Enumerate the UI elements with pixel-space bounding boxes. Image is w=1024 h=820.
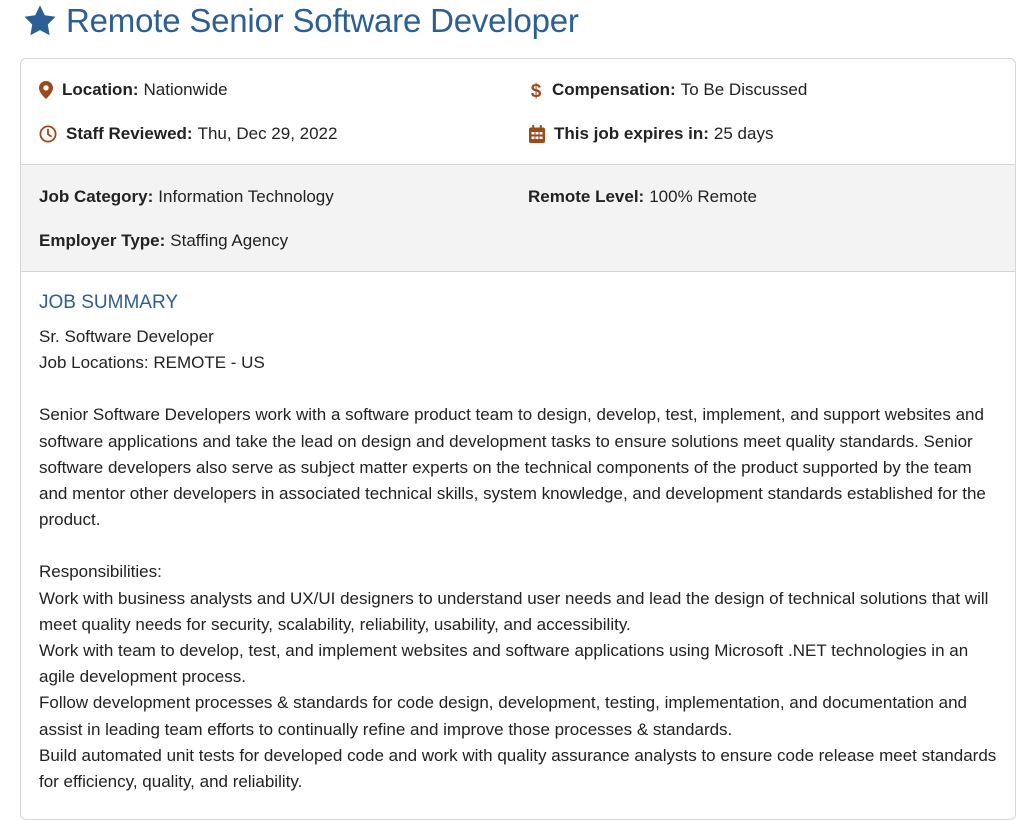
job-title: Remote Senior Software Developer <box>66 2 579 39</box>
employer-type-value: Staffing Agency <box>170 231 289 250</box>
job-title-row: Remote Senior Software Developer <box>22 0 579 42</box>
remote-level-label: Remote Level: <box>528 187 645 206</box>
remote-level-field: Remote Level: 100% Remote <box>528 186 757 208</box>
map-pin-icon <box>39 81 53 99</box>
svg-text:$: $ <box>531 81 542 100</box>
job-details-card: Location: Nationwide $ Compensation: To … <box>20 58 1016 820</box>
compensation-value: To Be Discussed <box>680 80 808 99</box>
remote-level-value: 100% Remote <box>649 187 757 206</box>
compensation-field: $ Compensation: To Be Discussed <box>529 79 808 101</box>
responsibility-item: Build automated unit tests for developed… <box>39 745 997 792</box>
job-category-section: Job Category: Information Technology Rem… <box>21 165 1015 272</box>
reviewed-field: Staff Reviewed: Thu, Dec 29, 2022 <box>39 123 337 145</box>
job-summary-section: JOB SUMMARY Sr. Software Developer Job L… <box>21 272 1015 795</box>
job-locations-line: Job Locations: REMOTE - US <box>39 353 265 373</box>
responsibility-item: Work with team to develop, test, and imp… <box>39 641 969 687</box>
job-summary-heading: JOB SUMMARY <box>39 292 179 313</box>
responsibility-item: Work with business analysts and UX/UI de… <box>39 588 989 634</box>
job-title-line: Sr. Software Developer <box>39 327 214 346</box>
expires-field: This job expires in: 25 days <box>529 123 773 145</box>
dollar-icon: $ <box>531 81 542 100</box>
calendar-icon <box>529 125 545 143</box>
expires-label: This job expires in: <box>554 124 709 143</box>
employer-type-label: Employer Type: <box>39 231 166 250</box>
clock-icon <box>39 125 57 143</box>
location-label: Location: <box>62 80 139 99</box>
reviewed-label: Staff Reviewed: <box>66 124 193 143</box>
job-meta-section: Location: Nationwide $ Compensation: To … <box>21 59 1015 165</box>
expires-value: 25 days <box>713 124 774 143</box>
responsibility-item: Follow development processes & standards… <box>39 693 967 739</box>
compensation-label: Compensation: <box>552 80 676 99</box>
location-field: Location: Nationwide <box>39 79 228 101</box>
responsibilities-heading: Responsibilities: <box>39 562 162 582</box>
star-icon[interactable] <box>22 3 58 39</box>
location-value: Nationwide <box>143 80 228 99</box>
employer-type-field: Employer Type: Staffing Agency <box>39 230 288 252</box>
job-category-label: Job Category: <box>39 187 154 206</box>
job-category-field: Job Category: Information Technology <box>39 186 334 208</box>
job-category-value: Information Technology <box>158 187 334 206</box>
summary-paragraph: Senior Software Developers work with a s… <box>39 405 986 530</box>
reviewed-value: Thu, Dec 29, 2022 <box>197 124 338 143</box>
